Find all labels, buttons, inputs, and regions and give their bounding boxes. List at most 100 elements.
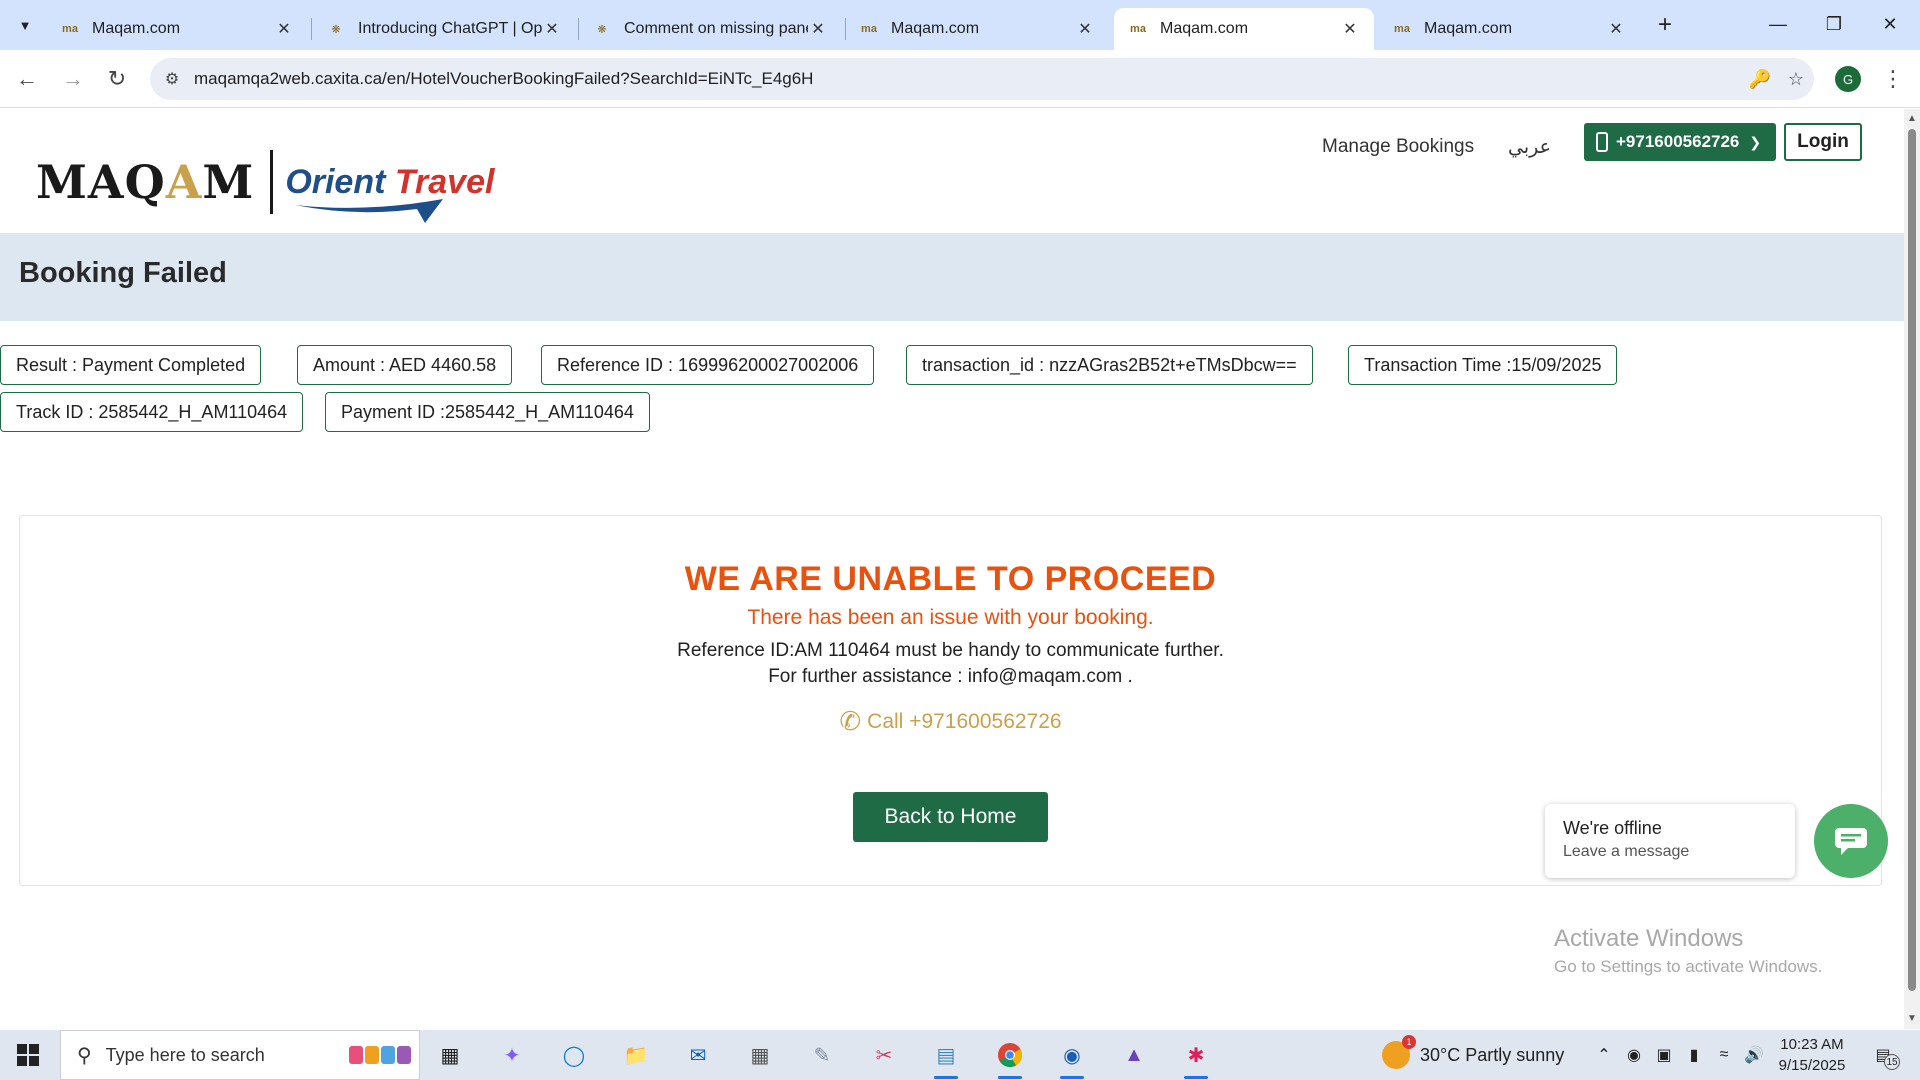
browser-tab[interactable]: ❋ Introducing ChatGPT | Ope ✕: [312, 8, 576, 50]
profile-avatar[interactable]: G: [1835, 66, 1861, 92]
watermark-line-1: Activate Windows: [1554, 925, 1744, 952]
maqam-favicon-icon: ma: [1394, 23, 1410, 35]
maqam-favicon-icon: ma: [861, 23, 877, 35]
weather-widget[interactable]: 1 30°C Partly sunny: [1382, 1030, 1564, 1080]
phone-call-icon: ✆: [839, 706, 862, 736]
notification-count: 15: [1884, 1054, 1900, 1070]
new-tab-button[interactable]: +: [1650, 10, 1680, 40]
tab-search-menu-button[interactable]: ▼: [8, 10, 42, 40]
browser-app-icon[interactable]: ◉: [1052, 1037, 1092, 1079]
file-explorer-icon[interactable]: 📁: [616, 1037, 656, 1073]
close-window-button[interactable]: ✕: [1862, 6, 1918, 42]
tab-title: Maqam.com: [1424, 20, 1513, 37]
logo-divider: [270, 150, 274, 214]
openai-favicon-icon: ❋: [331, 23, 341, 36]
call-link[interactable]: ✆ Call +971600562726: [20, 706, 1881, 737]
logo-orient-text: Orient: [285, 163, 386, 201]
call-text: Call +971600562726: [867, 709, 1062, 733]
close-icon[interactable]: ✕: [1075, 19, 1095, 39]
back-button[interactable]: ←: [10, 62, 44, 96]
close-icon[interactable]: ✕: [1340, 19, 1360, 39]
login-button[interactable]: Login: [1784, 123, 1862, 161]
mobile-phone-icon: [1596, 132, 1608, 152]
browser-tab[interactable]: ma Maqam.com ✕: [1378, 8, 1640, 50]
slack-icon[interactable]: ✱: [1176, 1037, 1216, 1079]
outlook-icon[interactable]: ✉: [678, 1037, 718, 1073]
minimize-button[interactable]: —: [1750, 6, 1806, 42]
phone-dropdown-button[interactable]: +971600562726 ❯: [1584, 123, 1776, 161]
vertical-scrollbar[interactable]: ▲ ▼: [1904, 109, 1920, 1029]
start-button[interactable]: [0, 1030, 56, 1080]
edge-browser-icon[interactable]: ◯: [554, 1037, 594, 1073]
close-icon[interactable]: ✕: [1606, 19, 1626, 39]
arrow-right-icon: →: [62, 66, 84, 91]
calculator-icon[interactable]: ▦: [740, 1037, 780, 1073]
photos-app-icon[interactable]: ▲: [1114, 1037, 1154, 1073]
notepad-icon[interactable]: ▤: [926, 1037, 966, 1079]
close-icon: ✕: [1882, 13, 1898, 34]
site-settings-icon[interactable]: ⚙: [150, 58, 194, 100]
notification-center-button[interactable]: ▤ 15: [1866, 1042, 1900, 1070]
chat-offline-bubble[interactable]: We're offline Leave a message: [1545, 804, 1795, 878]
assistance-email: For further assistance : info@maqam.com …: [768, 666, 1133, 687]
system-clock[interactable]: 10:23 AM 9/15/2025: [1772, 1034, 1852, 1076]
address-bar[interactable]: ⚙ maqamqa2web.caxita.ca/en/HotelVoucherB…: [150, 58, 1814, 100]
search-highlight-icon: [349, 1046, 411, 1064]
forward-button[interactable]: →: [56, 62, 90, 96]
show-hidden-icons-chevron-icon[interactable]: ⌃: [1590, 1030, 1618, 1080]
manage-bookings-link[interactable]: Manage Bookings: [1322, 129, 1474, 165]
site-logo[interactable]: MAQAM Orient Travel: [36, 147, 494, 223]
chat-launcher-button[interactable]: [1814, 804, 1888, 878]
logo-text-gold: A: [165, 155, 203, 209]
arabic-language-link[interactable]: عربي: [1508, 129, 1551, 165]
record-icon[interactable]: ◉: [1620, 1030, 1648, 1080]
scroll-up-icon[interactable]: ▲: [1907, 113, 1917, 124]
battery-icon[interactable]: ▮: [1680, 1030, 1708, 1080]
meet-icon[interactable]: ▣: [1650, 1030, 1678, 1080]
url-text[interactable]: maqamqa2web.caxita.ca/en/HotelVoucherBoo…: [194, 69, 1742, 89]
close-icon[interactable]: ✕: [274, 19, 294, 39]
password-key-icon[interactable]: 🔑: [1742, 61, 1778, 97]
activate-windows-watermark: Activate Windows Go to Settings to activ…: [1554, 925, 1822, 977]
minimize-icon: —: [1769, 13, 1787, 34]
error-subline: There has been an issue with your bookin…: [747, 606, 1154, 629]
scroll-down-icon[interactable]: ▼: [1907, 1013, 1917, 1024]
browser-tab-active[interactable]: ma Maqam.com ✕: [1114, 8, 1374, 50]
back-to-home-button[interactable]: Back to Home: [853, 792, 1048, 842]
tab-title: Maqam.com: [1160, 20, 1249, 37]
reload-icon: ↻: [107, 66, 127, 91]
chrome-icon[interactable]: [990, 1037, 1030, 1079]
chat-prompt: Leave a message: [1563, 843, 1690, 860]
wifi-icon[interactable]: ≈: [1710, 1030, 1738, 1080]
transaction-id-chip: transaction_id : nzzAGras2B52t+eTMsDbcw=…: [906, 345, 1313, 385]
reload-button[interactable]: ↻: [100, 62, 134, 96]
volume-icon[interactable]: 🔊: [1740, 1030, 1768, 1080]
restore-button[interactable]: ❐: [1806, 6, 1862, 42]
chat-status: We're offline: [1563, 818, 1662, 838]
paint-icon[interactable]: ✎: [802, 1037, 842, 1073]
browser-tab[interactable]: ma Maqam.com ✕: [845, 8, 1109, 50]
clock-date: 9/15/2025: [1778, 1057, 1846, 1074]
swoosh-icon: [295, 199, 444, 223]
close-icon[interactable]: ✕: [542, 19, 562, 39]
watermark-line-2: Go to Settings to activate Windows.: [1554, 957, 1823, 976]
taskbar-search-box[interactable]: ⚲ Type here to search: [60, 1030, 420, 1080]
chrome-logo-icon: [998, 1043, 1023, 1068]
browser-tab[interactable]: ma Maqam.com ✕: [46, 8, 308, 50]
task-view-icon[interactable]: ▦: [430, 1037, 470, 1073]
openai-favicon-icon: ❋: [597, 23, 607, 36]
browser-tab-strip: ▼ ma Maqam.com ✕ ❋ Introducing ChatGPT |…: [0, 0, 1920, 50]
snipping-tool-icon[interactable]: ✂: [864, 1037, 904, 1073]
weather-badge: 1: [1402, 1035, 1416, 1049]
scrollbar-thumb[interactable]: [1908, 129, 1916, 991]
logo-text: MAQ: [36, 155, 166, 209]
bookmark-star-icon[interactable]: ☆: [1778, 61, 1814, 97]
amount-chip: Amount : AED 4460.58: [297, 345, 513, 385]
phone-number: +971600562726: [1616, 132, 1740, 151]
browser-tab[interactable]: ❋ Comment on missing pane ✕: [578, 8, 842, 50]
close-icon[interactable]: ✕: [808, 19, 828, 39]
orient-travel-logo: Orient Travel: [285, 163, 494, 223]
tab-title: Maqam.com: [92, 20, 181, 37]
copilot-icon[interactable]: ✦: [492, 1037, 532, 1073]
browser-menu-icon[interactable]: ⋮: [1878, 62, 1908, 96]
